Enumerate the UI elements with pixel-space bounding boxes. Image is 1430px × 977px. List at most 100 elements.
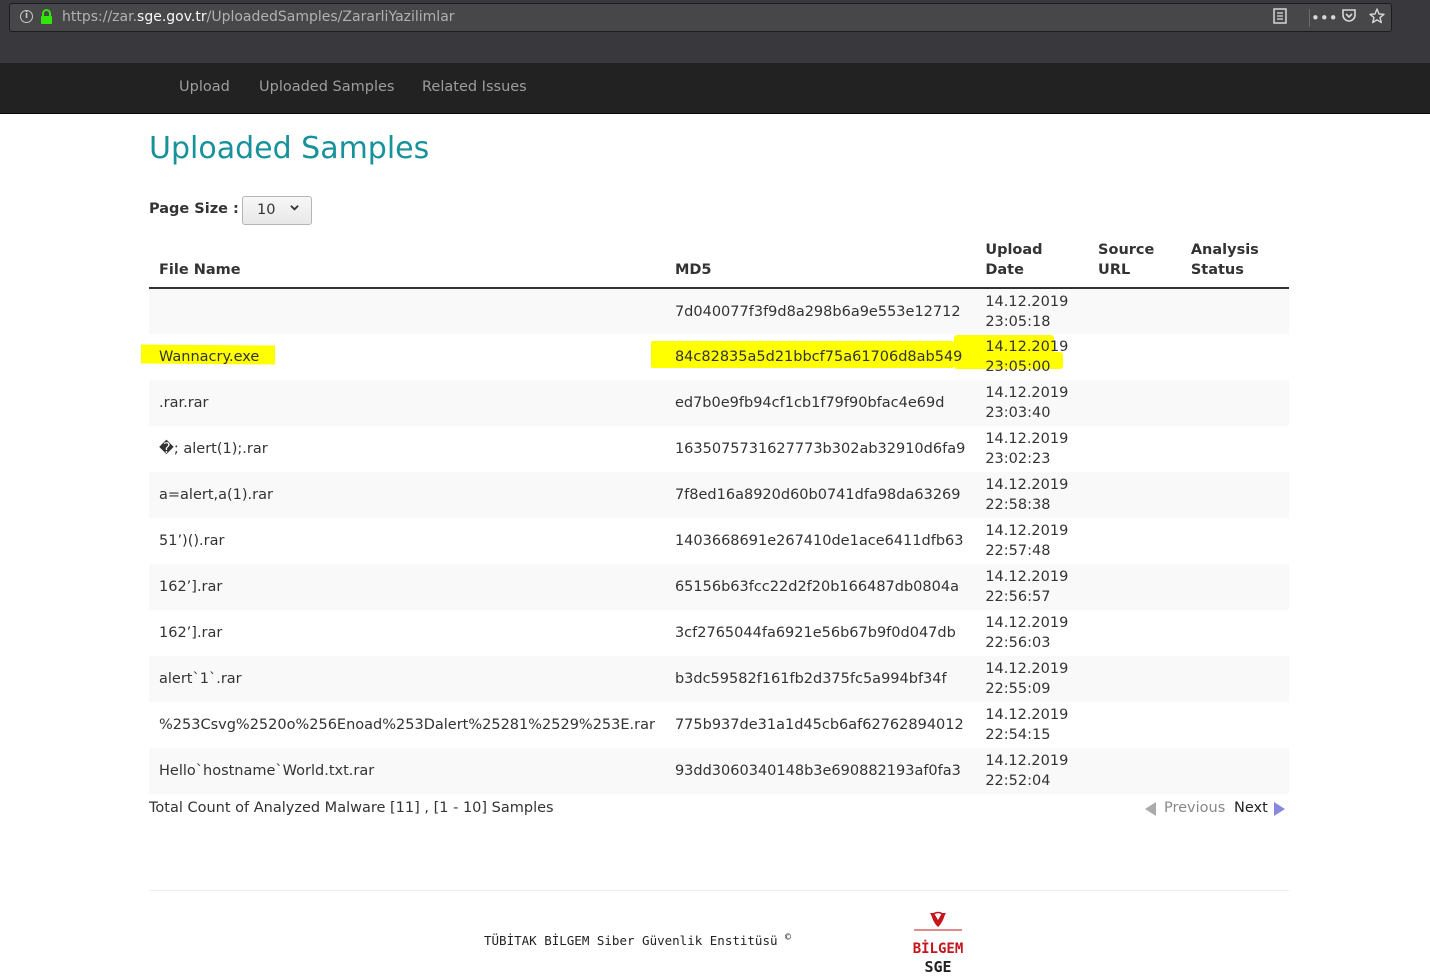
cell-source-url <box>1088 610 1181 656</box>
logo-sge-text: SGE <box>924 958 951 976</box>
info-icon[interactable]: i <box>20 10 33 23</box>
cell-source-url <box>1088 702 1181 748</box>
table-row[interactable]: 162’].rar 3cf2765044fa6921e56b67b9f0d047… <box>149 610 1289 656</box>
cell-source-url <box>1088 518 1181 564</box>
cell-file-name[interactable]: 51’)().rar <box>149 518 665 564</box>
cell-md5: 775b937de31a1d45cb6af62762894012 <box>674 717 964 733</box>
cell-md5: 7f8ed16a8920d60b0741dfa98da63269 <box>664 472 976 518</box>
cell-analysis-status <box>1181 426 1289 472</box>
cell-upload-date: 14.12.2019 22:58:38 <box>975 472 1089 518</box>
cell-md5: 84c82835a5d21bbcf75a61706d8ab549 <box>674 349 963 365</box>
table-row[interactable]: alert`1`.rar b3dc59582f161fb2d375fc5a994… <box>149 656 1289 702</box>
previous-button[interactable]: Previous <box>1164 800 1225 816</box>
logo-bilgem-text: BİLGEM <box>913 940 964 957</box>
cell-analysis-status <box>1181 702 1289 748</box>
previous-arrow-icon[interactable] <box>1145 802 1156 816</box>
table-row[interactable]: .rar.rar ed7b0e9fb94cf1cb1f79f90bfac4e69… <box>149 380 1289 426</box>
samples-table: File Name MD5 Upload Date Source URL Analy… <box>149 240 1289 794</box>
next-arrow-icon[interactable] <box>1274 802 1285 816</box>
cell-source-url <box>1088 334 1181 380</box>
cell-file-name[interactable] <box>149 288 665 334</box>
cell-upload-date: 14.12.2019 23:03:40 <box>975 380 1089 426</box>
cell-analysis-status <box>1180 748 1289 794</box>
cell-source-url <box>1088 380 1181 426</box>
url-bar[interactable]: i https://zar.sge.gov.tr/UploadedSamples… <box>9 3 1392 32</box>
top-navbar: Upload Uploaded Samples Related Issues <box>0 63 1430 114</box>
header-analysis-status[interactable]: Analysis Status <box>1180 240 1289 289</box>
cell-analysis-status <box>1181 610 1289 656</box>
cell-analysis-status <box>1181 518 1289 564</box>
cell-file-name[interactable]: �; alert(1);.rar <box>149 426 665 472</box>
cell-upload-date: 14.12.2019 23:02:23 <box>985 431 1069 467</box>
table-row[interactable]: 162’].rar 65156b63fcc22d2f20b166487db080… <box>149 564 1289 610</box>
cell-analysis-status <box>1180 380 1289 426</box>
cell-md5: 1403668691e267410de1ace6411dfb63 <box>674 533 964 549</box>
cell-source-url <box>1088 656 1181 702</box>
cell-upload-date: 14.12.2019 22:54:15 <box>985 707 1069 743</box>
nav-uploaded-samples[interactable]: Uploaded Samples <box>259 79 394 95</box>
table-row[interactable]: �; alert(1);.rar 1635075731627773b302ab3… <box>149 426 1289 472</box>
cell-md5: 7d040077f3f9d8a298b6a9e553e12712 <box>664 288 976 334</box>
table-row[interactable]: Hello`hostname`World.txt.rar 93dd3060340… <box>149 748 1289 794</box>
cell-upload-date: 14.12.2019 22:57:48 <box>985 523 1069 559</box>
footer-institute-text: TÜBİTAK BİLGEM Siber Güvenlik Enstitüsü … <box>484 932 792 949</box>
cell-source-url <box>1088 288 1181 334</box>
more-icon[interactable]: ••• <box>1311 8 1338 28</box>
cell-upload-date: 14.12.2019 23:05:00 <box>985 339 1069 375</box>
footer-divider <box>149 890 1289 891</box>
bilgem-sge-logo: BİLGEM SGE <box>913 911 964 976</box>
nav-related-issues[interactable]: Related Issues <box>422 79 527 95</box>
cell-upload-date: 14.12.2019 22:56:03 <box>985 615 1069 651</box>
cell-analysis-status <box>1180 656 1289 702</box>
cell-md5: b3dc59582f161fb2d375fc5a994bf34f <box>664 656 976 702</box>
cell-source-url <box>1088 748 1181 794</box>
table-row[interactable]: 51’)().rar 1403668691e267410de1ace6411df… <box>149 518 1289 564</box>
table-row[interactable]: 7d040077f3f9d8a298b6a9e553e12712 14.12.2… <box>149 288 1289 334</box>
toolbar-separator <box>1309 9 1310 27</box>
header-upload-date[interactable]: Upload Date <box>975 240 1089 289</box>
cell-source-url <box>1088 426 1181 472</box>
reader-view-icon[interactable] <box>1270 8 1290 28</box>
page-size-label: Page Size : <box>149 201 239 217</box>
cell-source-url <box>1088 564 1181 610</box>
cell-file-name[interactable]: alert`1`.rar <box>149 656 665 702</box>
cell-md5: 65156b63fcc22d2f20b166487db0804a <box>664 564 976 610</box>
cell-analysis-status <box>1181 334 1289 380</box>
cell-file-name[interactable]: Wannacry.exe <box>149 334 665 380</box>
table-row[interactable]: %253Csvg%2520o%256Enoad%253Dalert%25281%… <box>149 702 1289 748</box>
total-count-text: Total Count of Analyzed Malware [11] , [… <box>149 800 554 816</box>
cell-file-name[interactable]: Hello`hostname`World.txt.rar <box>149 748 665 794</box>
next-button[interactable]: Next <box>1234 800 1268 816</box>
cell-file-name[interactable]: 162’].rar <box>149 610 665 656</box>
cell-analysis-status <box>1180 564 1289 610</box>
header-file-name[interactable]: File Name <box>149 240 665 289</box>
cell-file-name[interactable]: a=alert,a(1).rar <box>149 472 665 518</box>
nav-upload[interactable]: Upload <box>179 79 230 95</box>
cell-file-name[interactable]: 162’].rar <box>149 564 665 610</box>
page-title: Uploaded Samples <box>149 131 430 166</box>
chevron-down-icon <box>290 205 299 211</box>
table-header-row: File Name MD5 Upload Date Source URL Analy… <box>149 240 1289 289</box>
cell-analysis-status <box>1180 288 1289 334</box>
table-row[interactable]: Wannacry.exe 84c82835a5d21bbcf75a61706d8… <box>149 334 1289 380</box>
page-size-select[interactable]: 10 <box>242 196 312 225</box>
header-md5[interactable]: MD5 <box>664 240 976 289</box>
cell-source-url <box>1088 472 1181 518</box>
header-source-url[interactable]: Source URL <box>1088 240 1181 289</box>
copyright-symbol: © <box>785 932 792 943</box>
cell-file-name[interactable]: %253Csvg%2520o%256Enoad%253Dalert%25281%… <box>149 702 665 748</box>
cell-analysis-status <box>1180 472 1289 518</box>
cell-upload-date: 14.12.2019 22:52:04 <box>975 748 1089 794</box>
url-text[interactable]: https://zar.sge.gov.tr/UploadedSamples/Z… <box>62 9 455 25</box>
pocket-icon[interactable] <box>1339 8 1359 28</box>
lock-icon[interactable] <box>40 9 53 25</box>
cell-upload-date: 14.12.2019 22:55:09 <box>975 656 1089 702</box>
cell-md5: 1635075731627773b302ab32910d6fa9 <box>674 441 966 457</box>
cell-file-name[interactable]: .rar.rar <box>149 380 665 426</box>
page-size-value: 10 <box>257 202 276 218</box>
cell-md5: 93dd3060340148b3e690882193af0fa3 <box>664 748 976 794</box>
cell-md5: ed7b0e9fb94cf1cb1f79f90bfac4e69d <box>664 380 976 426</box>
bookmark-star-icon[interactable] <box>1367 8 1387 28</box>
cell-upload-date: 14.12.2019 22:56:57 <box>975 564 1089 610</box>
table-row[interactable]: a=alert,a(1).rar 7f8ed16a8920d60b0741dfa… <box>149 472 1289 518</box>
